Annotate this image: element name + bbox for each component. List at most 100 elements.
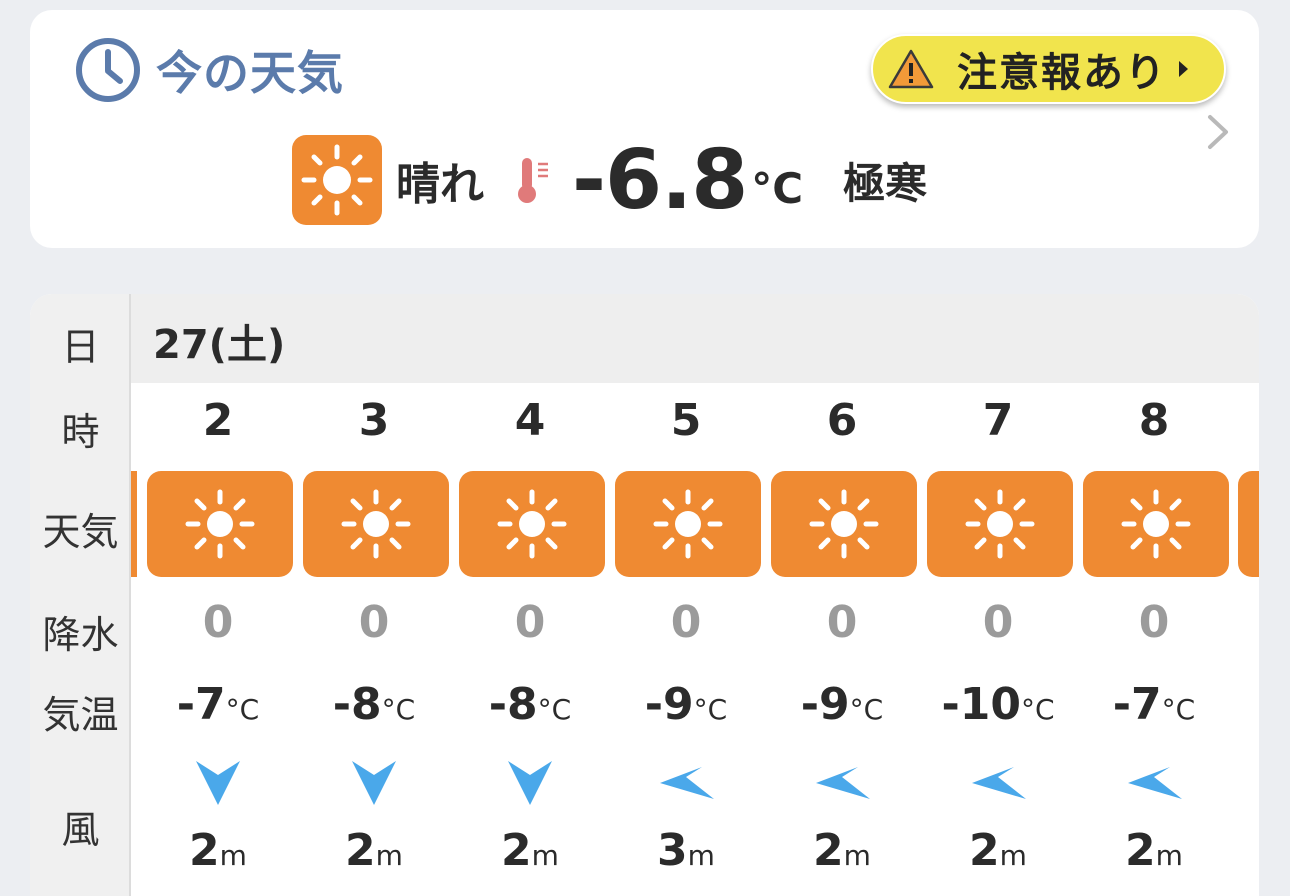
warning-button[interactable]: 注意報あり [871,34,1226,104]
previous-hour-tile-edge [131,471,137,577]
row-label-column: 日 時 天気 降水 気温 風 [30,294,131,896]
precipitation-value: 0 [202,597,234,648]
wind-speed-value: 2 [813,825,844,876]
weather-tile [1083,471,1229,577]
hour-column[interactable]: 8 0 -7°C 2m [1076,383,1232,896]
warning-label: 注意報あり [957,50,1167,96]
hourly-forecast-card[interactable]: 日 時 天気 降水 気温 風 27(土) 2 0 -7°C 2m 3 0 -8°C 2m 4 0-… [30,294,1259,896]
temperature-unit: °C [1161,693,1196,726]
sun-icon [497,489,567,559]
weather-tile [771,471,917,577]
sun-icon [809,489,879,559]
current-weather-title: 今の天気 [156,46,344,100]
current-sun-tile [292,135,382,225]
temperature-unit: °C [225,693,260,726]
sun-icon [653,489,723,559]
wind-speed-cell: 2m [452,825,608,876]
next-hour-tile-partial [1238,471,1259,577]
sun-icon [341,489,411,559]
temperature-value: -8 [332,679,382,730]
sun-icon [1121,489,1191,559]
wind-speed-cell: 3m [608,825,764,876]
play-arrow-icon [1179,61,1188,77]
precipitation-value: 0 [358,597,390,648]
hour-number: 6 [826,395,858,446]
label-weather: 天気 [42,510,119,554]
chevron-right-icon[interactable] [1206,114,1230,150]
weather-tile [147,471,293,577]
hour-number: 5 [670,395,702,446]
wind-speed-cell: 2m [140,825,296,876]
hour-column[interactable]: 2 0 -7°C 2m [140,383,296,896]
precipitation-value: 0 [826,597,858,648]
wind-speed-value: 2 [345,825,376,876]
temperature-unit: °C [693,693,728,726]
label-day: 日 [61,325,100,369]
temperature-cell: -9°C [764,679,920,730]
wind-speed-value: 2 [1125,825,1156,876]
sun-icon [965,489,1035,559]
wind-direction-arrow-icon [660,767,714,799]
hour-column[interactable]: 3 0 -8°C 2m [296,383,452,896]
temperature-unit: °C [849,693,884,726]
wind-speed-unit: m [687,839,715,872]
precipitation-value: 0 [1138,597,1170,648]
current-temperature: -6.8 [572,132,748,228]
weather-tile [303,471,449,577]
label-hour: 時 [61,410,100,454]
hour-number: 7 [982,395,1014,446]
temperature-value: -7 [1112,679,1162,730]
temperature-cell: -10°C [920,679,1076,730]
wind-speed-value: 3 [657,825,688,876]
hour-number: 3 [358,395,390,446]
temperature-cell: -7°C [140,679,296,730]
wind-speed-value: 2 [501,825,532,876]
temperature-value: -8 [488,679,538,730]
thermometer-icon [518,158,548,203]
wind-speed-cell: 2m [764,825,920,876]
sun-icon [185,489,255,559]
hour-column[interactable]: 4 0 -8°C 2m [452,383,608,896]
hour-column[interactable]: 6 0 -9°C 2m [764,383,920,896]
date-bar: 27(土) [131,294,1259,383]
current-conditions: 晴れ -6.8 °C 極寒 [292,132,928,228]
precipitation-value: 0 [982,597,1014,648]
wind-speed-cell: 2m [296,825,452,876]
current-condition-text: 晴れ [396,159,484,210]
hour-column[interactable]: 5 0 -9°C 3m [608,383,764,896]
wind-speed-value: 2 [189,825,220,876]
wind-direction-arrow-icon [352,761,396,805]
temperature-value: -10 [941,679,1021,730]
hour-number: 4 [514,395,546,446]
wind-direction-arrow-icon [1128,767,1182,799]
temperature-unit: °C [381,693,416,726]
wind-direction-arrow-icon [816,767,870,799]
temperature-unit: °C [537,693,572,726]
weather-tile [459,471,605,577]
temperature-cell: -9°C [608,679,764,730]
hour-number: 8 [1138,395,1170,446]
clock-icon [76,38,140,102]
wind-speed-cell: 2m [920,825,1076,876]
wind-speed-unit: m [843,839,871,872]
wind-direction-arrow-icon [972,767,1026,799]
wind-direction-arrow-icon [508,761,552,805]
wind-speed-value: 2 [969,825,1000,876]
temperature-value: -9 [644,679,694,730]
current-weather-card[interactable]: 今の天気 注意報あり 晴れ -6.8 °C 極寒 [30,10,1259,248]
weather-tile [927,471,1073,577]
warning-triangle-icon [888,49,934,89]
wind-speed-unit: m [999,839,1027,872]
temperature-value: -9 [800,679,850,730]
current-feel-text: 極寒 [843,158,928,208]
wind-speed-cell: 2m [1076,825,1232,876]
hour-column[interactable]: 7 0 -10°C 2m [920,383,1076,896]
current-temperature-unit: °C [751,163,804,213]
wind-direction-arrow-icon [196,761,240,805]
wind-speed-unit: m [1155,839,1183,872]
temperature-cell: -8°C [296,679,452,730]
temperature-cell: -7°C [1076,679,1232,730]
current-weather-header: 今の天気 [74,36,344,104]
hour-number: 2 [202,395,234,446]
wind-speed-unit: m [219,839,247,872]
